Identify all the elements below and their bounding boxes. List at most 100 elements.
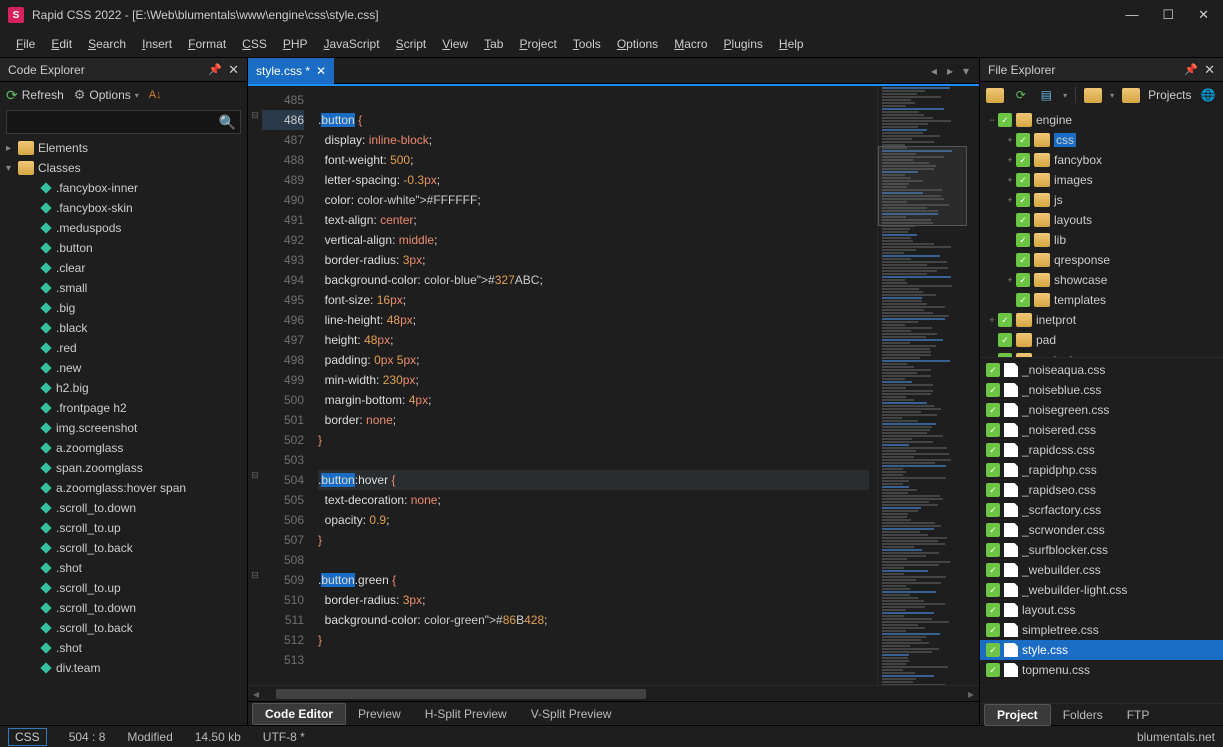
folder-showcase[interactable]: +✓showcase — [980, 270, 1223, 290]
file-item[interactable]: ✓_surfblocker.css — [980, 540, 1223, 560]
class-item[interactable]: h2.big — [0, 378, 247, 398]
file-item[interactable]: ✓simpletree.css — [980, 620, 1223, 640]
file-item[interactable]: ✓topmenu.css — [980, 660, 1223, 680]
file-list[interactable]: ✓_noiseaqua.css✓_noiseblue.css✓_noisegre… — [980, 358, 1223, 703]
folder-css[interactable]: +✓css — [980, 130, 1223, 150]
sort-button[interactable]: A↓ — [149, 89, 162, 101]
projects-button[interactable]: Projects — [1148, 88, 1191, 102]
menu-tools[interactable]: Tools — [573, 37, 601, 51]
fe-tab-ftp[interactable]: FTP — [1115, 705, 1162, 725]
folder-pad[interactable]: ✓pad — [980, 330, 1223, 350]
file-item[interactable]: ✓_webuilder.css — [980, 560, 1223, 580]
class-item[interactable]: .scroll_to.back — [0, 538, 247, 558]
editor-tab[interactable]: style.css * ✕ — [248, 58, 334, 84]
file-item[interactable]: ✓_noiseaqua.css — [980, 360, 1223, 380]
class-item[interactable]: img.screenshot — [0, 418, 247, 438]
menu-file[interactable]: File — [16, 37, 35, 51]
class-item[interactable]: .black — [0, 318, 247, 338]
folder-js[interactable]: +✓js — [980, 190, 1223, 210]
folder-images[interactable]: +✓images — [980, 170, 1223, 190]
tab-close-icon[interactable]: ✕ — [316, 64, 326, 78]
folder-tree[interactable]: −✓engine+✓css+✓fancybox+✓images+✓js✓layo… — [980, 108, 1223, 358]
pin-icon[interactable]: 📌 — [208, 63, 222, 76]
class-item[interactable]: .scroll_to.up — [0, 518, 247, 538]
class-item[interactable]: .red — [0, 338, 247, 358]
close-button[interactable]: ✕ — [1198, 7, 1209, 23]
file-item[interactable]: ✓style.css — [980, 640, 1223, 660]
code-editor[interactable]: ⊟⊟⊟ 485486487488489490491492493494495496… — [248, 84, 979, 685]
tree-root-classes[interactable]: ▾Classes — [0, 158, 247, 178]
code-explorer-tree[interactable]: ▸Elements▾Classes.fancybox-inner.fancybo… — [0, 136, 247, 725]
code-area[interactable]: .button { display: inline-block; font-we… — [310, 86, 877, 685]
minimap-viewport[interactable] — [878, 146, 967, 226]
folder-qresponse[interactable]: ✓qresponse — [980, 250, 1223, 270]
status-language[interactable]: CSS — [8, 728, 47, 746]
menu-search[interactable]: Search — [88, 37, 126, 51]
vertical-scrollbar[interactable] — [967, 86, 979, 685]
search-field[interactable] — [11, 115, 219, 129]
globe-icon[interactable]: 🌐 — [1199, 87, 1217, 103]
minimap[interactable] — [877, 86, 967, 685]
class-item[interactable]: .fancybox-skin — [0, 198, 247, 218]
folder-layouts[interactable]: ✓layouts — [980, 210, 1223, 230]
folder-protector[interactable]: +✓protector — [980, 350, 1223, 358]
search-input[interactable]: 🔍 — [6, 110, 241, 134]
home-icon[interactable] — [986, 87, 1004, 103]
folder-templates[interactable]: ✓templates — [980, 290, 1223, 310]
folder-fancybox[interactable]: +✓fancybox — [980, 150, 1223, 170]
fe-tab-project[interactable]: Project — [984, 704, 1051, 726]
menu-javascript[interactable]: JavaScript — [324, 37, 380, 51]
maximize-button[interactable]: ☐ — [1162, 7, 1174, 23]
open-folder-icon[interactable] — [1084, 87, 1102, 103]
menu-project[interactable]: Project — [519, 37, 556, 51]
file-item[interactable]: ✓_rapidseo.css — [980, 480, 1223, 500]
view-tab-code-editor[interactable]: Code Editor — [252, 703, 346, 725]
folder-inetprot[interactable]: +✓inetprot — [980, 310, 1223, 330]
file-item[interactable]: ✓layout.css — [980, 600, 1223, 620]
projects-icon[interactable] — [1122, 87, 1140, 103]
class-item[interactable]: .frontpage h2 — [0, 398, 247, 418]
class-item[interactable]: .clear — [0, 258, 247, 278]
tab-prev-icon[interactable]: ◂ — [931, 64, 937, 78]
file-item[interactable]: ✓_noisered.css — [980, 420, 1223, 440]
file-item[interactable]: ✓_noisegreen.css — [980, 400, 1223, 420]
view-tab-v-split-preview[interactable]: V-Split Preview — [519, 704, 624, 724]
class-item[interactable]: .shot — [0, 638, 247, 658]
menu-edit[interactable]: Edit — [51, 37, 72, 51]
menu-tab[interactable]: Tab — [484, 37, 503, 51]
status-encoding[interactable]: UTF-8 * — [263, 730, 305, 744]
close-icon[interactable]: ✕ — [1204, 62, 1215, 78]
file-item[interactable]: ✓_scrwonder.css — [980, 520, 1223, 540]
menu-help[interactable]: Help — [779, 37, 804, 51]
tab-menu-icon[interactable]: ▾ — [963, 64, 969, 78]
class-item[interactable]: .scroll_to.back — [0, 618, 247, 638]
file-item[interactable]: ✓_scrfactory.css — [980, 500, 1223, 520]
menu-css[interactable]: CSS — [242, 37, 267, 51]
file-item[interactable]: ✓_rapidcss.css — [980, 440, 1223, 460]
file-item[interactable]: ✓_rapidphp.css — [980, 460, 1223, 480]
folder-lib[interactable]: ✓lib — [980, 230, 1223, 250]
file-item[interactable]: ✓_noiseblue.css — [980, 380, 1223, 400]
class-item[interactable]: .scroll_to.down — [0, 598, 247, 618]
class-item[interactable]: .shot — [0, 558, 247, 578]
menu-format[interactable]: Format — [188, 37, 226, 51]
class-item[interactable]: a.zoomglass — [0, 438, 247, 458]
menu-options[interactable]: Options — [617, 37, 658, 51]
page-icon[interactable]: ▤ — [1038, 87, 1056, 103]
tab-next-icon[interactable]: ▸ — [947, 64, 953, 78]
fe-tab-folders[interactable]: Folders — [1051, 705, 1115, 725]
class-item[interactable]: div.team — [0, 658, 247, 678]
tree-root-elements[interactable]: ▸Elements — [0, 138, 247, 158]
class-item[interactable]: .small — [0, 278, 247, 298]
minimize-button[interactable]: — — [1125, 7, 1138, 23]
class-item[interactable]: .scroll_to.up — [0, 578, 247, 598]
scroll-thumb[interactable] — [276, 689, 646, 699]
menu-php[interactable]: PHP — [283, 37, 308, 51]
view-tab-preview[interactable]: Preview — [346, 704, 413, 724]
view-tab-h-split-preview[interactable]: H-Split Preview — [413, 704, 519, 724]
class-item[interactable]: .scroll_to.down — [0, 498, 247, 518]
folder-engine[interactable]: −✓engine — [980, 110, 1223, 130]
search-icon[interactable]: 🔍 — [219, 114, 236, 131]
refresh-folder-icon[interactable]: ⟳ — [1012, 87, 1030, 103]
class-item[interactable]: .button — [0, 238, 247, 258]
